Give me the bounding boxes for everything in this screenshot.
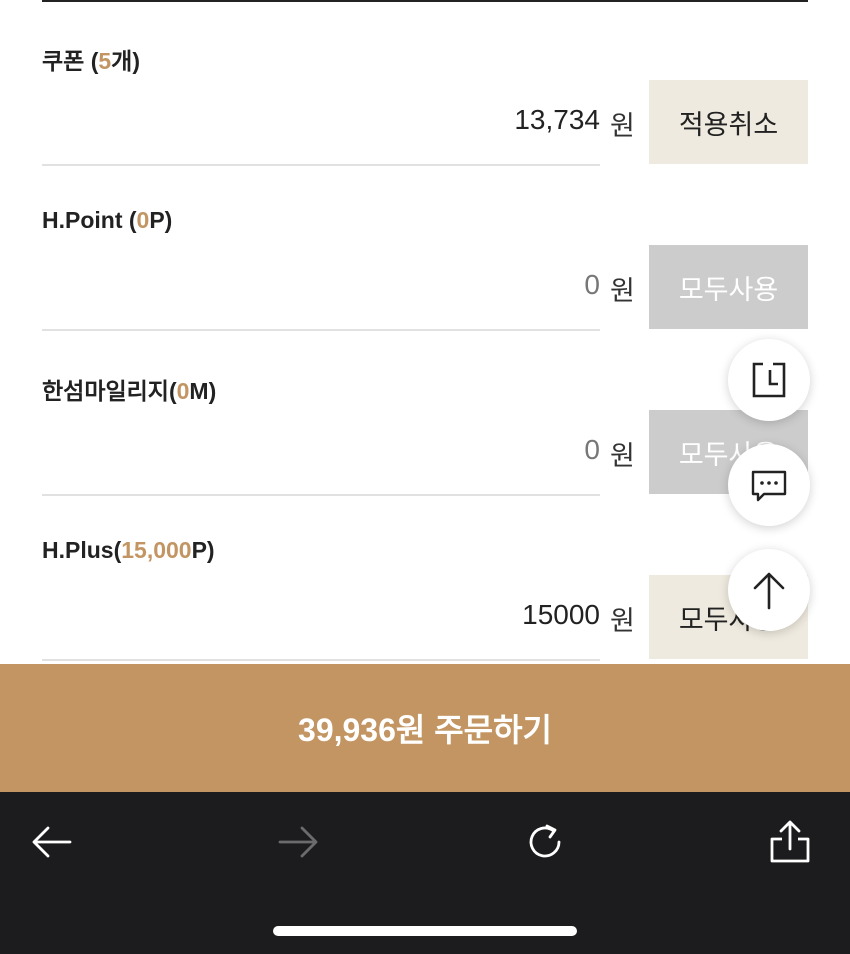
- chat-button[interactable]: [728, 444, 810, 526]
- hplus-balance: 15,000: [121, 537, 192, 563]
- coupon-unit: 원: [610, 111, 635, 141]
- forward-arrow-icon: [278, 826, 318, 858]
- coupon-title: 쿠폰 (5개): [42, 48, 140, 74]
- mileage-unit: 원: [610, 441, 635, 471]
- hplus-title: H.Plus(15,000P): [42, 537, 215, 563]
- hplus-amount-input[interactable]: [180, 599, 600, 631]
- hpoint-section: H.Point (0P) 원 모두사용: [42, 165, 808, 331]
- hpoint-use-all-button[interactable]: 모두사용: [649, 245, 808, 329]
- scroll-top-button[interactable]: [728, 549, 810, 631]
- hpoint-balance: 0: [136, 207, 150, 233]
- hpoint-amount-input[interactable]: [180, 269, 600, 301]
- hpoint-unit: 원: [610, 276, 635, 306]
- coupon-amount-input[interactable]: [180, 104, 600, 136]
- forward-button[interactable]: [268, 812, 328, 872]
- mileage-amount-field[interactable]: [42, 410, 600, 496]
- hplus-amount-field[interactable]: [42, 575, 600, 661]
- reload-icon: [529, 824, 561, 858]
- home-indicator[interactable]: [273, 926, 577, 936]
- share-button[interactable]: [760, 812, 820, 872]
- recent-view-icon: [752, 361, 786, 398]
- share-icon: [770, 820, 810, 863]
- hpoint-amount-field[interactable]: [42, 245, 600, 331]
- recent-view-button[interactable]: [728, 339, 810, 421]
- chat-icon: [751, 470, 787, 502]
- back-button[interactable]: [22, 812, 82, 872]
- hpoint-title: H.Point (0P): [42, 207, 173, 233]
- browser-toolbar: [0, 792, 850, 954]
- order-button[interactable]: 39,936원 주문하기: [0, 664, 850, 792]
- coupon-section: 쿠폰 (5개) 원 적용취소: [42, 0, 808, 166]
- coupon-cancel-button[interactable]: 적용취소: [649, 80, 808, 164]
- scroll-top-icon: [753, 572, 785, 610]
- mileage-section: 한섬마일리지(0M) 원 모두사용: [42, 330, 808, 496]
- mileage-title: 한섬마일리지(0M): [42, 378, 217, 404]
- reload-button[interactable]: [515, 812, 575, 872]
- hplus-section: H.Plus(15,000P) 원 모두사용: [42, 495, 808, 661]
- mileage-amount-input[interactable]: [180, 434, 600, 466]
- coupon-amount-field[interactable]: [42, 80, 600, 166]
- back-arrow-icon: [32, 826, 72, 858]
- coupon-count: 5: [98, 48, 112, 74]
- hplus-unit: 원: [610, 606, 635, 636]
- mileage-balance: 0: [176, 378, 190, 404]
